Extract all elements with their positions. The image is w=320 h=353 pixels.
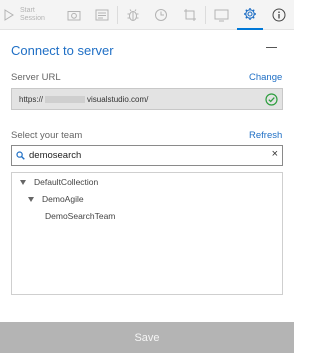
crop-button[interactable] xyxy=(180,0,200,30)
info-icon xyxy=(272,8,286,22)
team-tree: DefaultCollection DemoAgile DemoSearchTe… xyxy=(11,172,283,295)
tree-node-label: DefaultCollection xyxy=(34,177,99,187)
tree-node-project[interactable]: DemoAgile xyxy=(28,193,84,205)
start-session-button[interactable]: Start Session xyxy=(4,0,64,30)
server-url-field: https:// visualstudio.com/ xyxy=(11,88,283,110)
save-button-label: Save xyxy=(134,331,160,344)
refresh-link[interactable]: Refresh xyxy=(249,130,282,141)
tree-node-collection[interactable]: DefaultCollection xyxy=(20,176,98,188)
check-circle-icon xyxy=(265,93,278,106)
save-button[interactable]: Save xyxy=(0,322,294,353)
toolbar-separator xyxy=(117,6,118,24)
team-search-box: × xyxy=(11,145,283,166)
change-link[interactable]: Change xyxy=(249,72,282,83)
start-session-label-line1: Start xyxy=(20,7,35,14)
clear-search-button[interactable]: × xyxy=(272,148,278,160)
toolbar-separator xyxy=(205,6,206,24)
server-url-label: Server URL xyxy=(11,72,61,83)
expanded-arrow-icon[interactable] xyxy=(28,196,34,202)
screenshot-button[interactable] xyxy=(64,0,84,30)
expanded-arrow-icon[interactable] xyxy=(20,179,26,185)
clock-icon xyxy=(155,9,167,21)
search-icon xyxy=(16,151,25,160)
note-icon xyxy=(95,9,109,21)
server-url-redacted xyxy=(45,95,86,103)
screen-capture-button[interactable] xyxy=(210,0,232,30)
camera-icon xyxy=(67,11,81,21)
team-search-input[interactable] xyxy=(29,150,259,161)
minimize-button[interactable] xyxy=(266,47,277,48)
page-title: Connect to server xyxy=(11,43,114,58)
bug-button[interactable] xyxy=(123,0,143,30)
bug-icon xyxy=(127,9,139,21)
tree-node-team[interactable]: DemoSearchTeam xyxy=(45,210,115,222)
gear-icon xyxy=(244,8,256,20)
server-url-suffix: visualstudio.com/ xyxy=(87,94,149,104)
tree-node-label: DemoAgile xyxy=(42,194,84,204)
settings-tab[interactable] xyxy=(237,0,263,30)
timeline-button[interactable] xyxy=(151,0,171,30)
start-session-label-line2: Session xyxy=(20,15,45,22)
toolbar: Start Session xyxy=(0,0,294,30)
about-button[interactable] xyxy=(269,0,289,30)
screen-icon xyxy=(214,9,228,21)
play-icon xyxy=(4,9,14,21)
note-button[interactable] xyxy=(92,0,112,30)
tree-node-label: DemoSearchTeam xyxy=(45,211,116,221)
select-team-label: Select your team xyxy=(11,130,83,141)
server-url-prefix: https:// xyxy=(19,94,44,104)
crop-icon xyxy=(184,9,196,21)
